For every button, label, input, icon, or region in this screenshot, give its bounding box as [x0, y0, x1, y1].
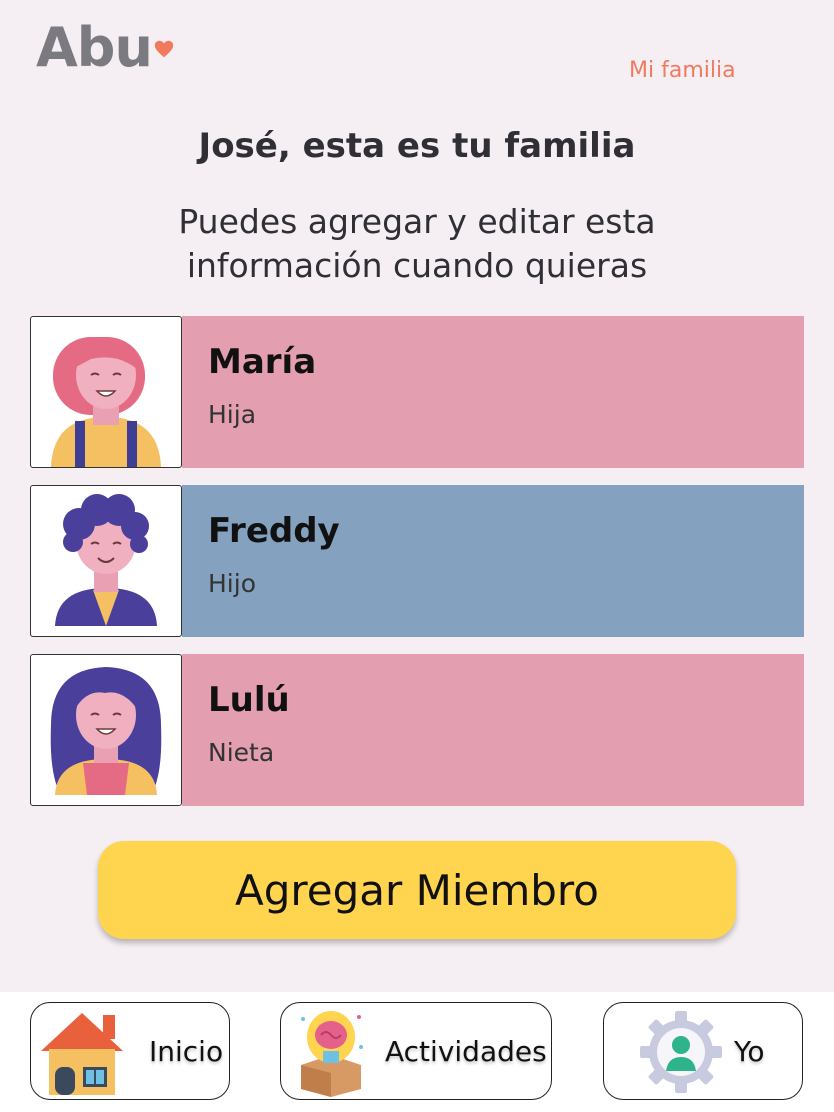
tab-label: Yo [734, 1034, 765, 1068]
member-card-band [182, 654, 804, 806]
bottom-navigation: Inicio Actividades Yo [0, 992, 834, 1112]
tab-label: Actividades [385, 1034, 547, 1068]
tab-actividades[interactable]: Actividades [280, 1002, 552, 1100]
house-icon [41, 1013, 123, 1095]
tab-yo[interactable]: Yo [603, 1002, 803, 1100]
page-title: José, esta es tu familia [198, 126, 636, 166]
girl-avatar-icon [51, 337, 161, 467]
boy-avatar-icon [55, 494, 157, 626]
heart-icon [154, 40, 174, 58]
member-card-band [182, 485, 804, 637]
member-card-band [182, 316, 804, 468]
member-role: Nieta [208, 738, 275, 767]
member-name: Freddy [208, 511, 340, 551]
granddaughter-avatar-icon [50, 667, 162, 795]
tab-label: Inicio [149, 1034, 224, 1068]
user-gear-icon [640, 1011, 722, 1093]
member-name: Lulú [208, 680, 290, 720]
brain-box-icon [301, 1011, 363, 1097]
tab-inicio[interactable]: Inicio [30, 1002, 230, 1100]
member-role: Hija [208, 400, 257, 429]
logo-text: Abu [36, 16, 153, 79]
nav-mi-familia-link[interactable]: Mi familia [629, 58, 736, 83]
family-member-card-lulu[interactable]: Lulú Nieta [30, 654, 804, 806]
member-name: María [208, 342, 317, 382]
avatar [30, 316, 182, 468]
family-member-card-maria[interactable]: María Hija [30, 316, 804, 468]
member-role: Hijo [208, 569, 256, 598]
family-member-card-freddy[interactable]: Freddy Hijo [30, 485, 804, 637]
avatar [30, 485, 182, 637]
app-logo: Abu [36, 18, 175, 78]
add-member-button[interactable]: Agregar Miembro [98, 841, 736, 939]
avatar [30, 654, 182, 806]
page-subtitle: Puedes agregar y editar esta información… [178, 202, 656, 285]
